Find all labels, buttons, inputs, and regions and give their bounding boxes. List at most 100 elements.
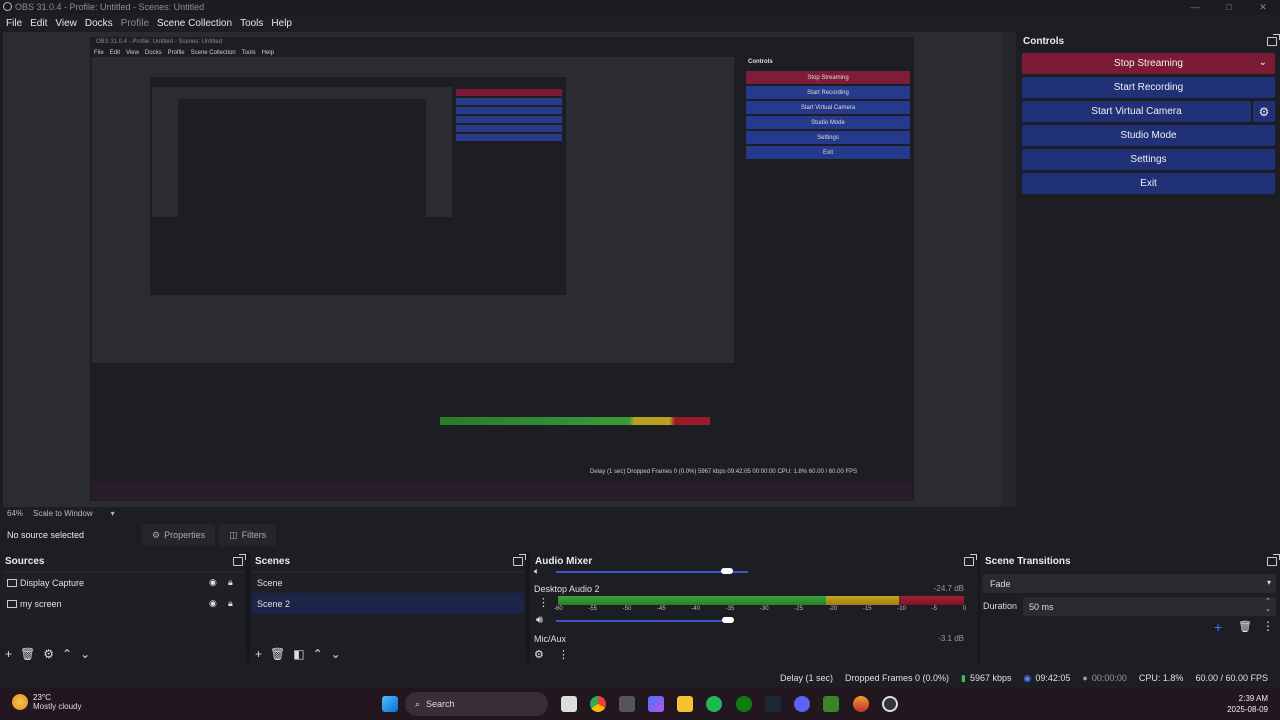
desktop-audio-db: -24.7 dB	[933, 584, 964, 593]
minecraft-icon[interactable]	[823, 696, 839, 712]
window-titlebar: OBS 31.0.4 - Profile: Untitled - Scenes:…	[0, 0, 1280, 14]
start-menu-icon[interactable]	[382, 696, 398, 712]
menu-file[interactable]: File	[6, 18, 22, 29]
menu-help[interactable]: Help	[271, 18, 292, 29]
windows-taskbar: 23°C Mostly cloudy ⌕ Search 2:39 AM 2025…	[0, 688, 1280, 720]
bitrate-status: 5967 kbps	[969, 673, 1012, 683]
fader-knob[interactable]	[721, 568, 733, 574]
add-icon[interactable]: +	[255, 647, 262, 661]
start-virtual-camera-button[interactable]: Start Virtual Camera	[1022, 101, 1251, 122]
discord-icon[interactable]	[794, 696, 810, 712]
chevron-down-icon[interactable]: ⌄	[1259, 57, 1267, 68]
gear-icon[interactable]: ⚙	[43, 647, 54, 661]
arrow-up-icon[interactable]: ⌃	[313, 647, 323, 661]
meter-scale: -60 -55 -50 -45 -40 -35 -30 -25 -20 -15 -10 -5 0	[554, 606, 966, 612]
nested-taskbar	[92, 482, 912, 499]
sources-list: Display Capture ◉ 🔒︎ my screen ◉ 🔒︎	[2, 571, 244, 646]
scenes-list: Scene Scene 2	[252, 571, 524, 646]
record-time: 00:00:00	[1091, 673, 1127, 683]
system-clock[interactable]: 2:39 AM 2025-08-09	[1227, 693, 1268, 715]
window-title: OBS 31.0.4 - Profile: Untitled - Scenes:…	[15, 2, 205, 12]
status-bar: Delay (1 sec) Dropped Frames 0 (0.0%) ▮ …	[0, 668, 1280, 688]
float-dock-icon[interactable]	[1267, 554, 1280, 566]
chevron-down-icon[interactable]: ▾	[111, 509, 115, 518]
filter-icon[interactable]: ◧	[293, 647, 304, 661]
speaker-icon[interactable]: 🔈︎	[534, 566, 544, 577]
delay-status: Delay (1 sec)	[779, 673, 833, 683]
float-dock-icon[interactable]	[233, 554, 246, 566]
copilot-icon[interactable]	[648, 696, 664, 712]
scene-item-selected[interactable]: Scene 2	[252, 593, 524, 614]
taskbar-search[interactable]: ⌕ Search	[405, 692, 548, 716]
maximize-button[interactable]: □	[1212, 0, 1246, 14]
file-explorer-icon[interactable]	[677, 696, 693, 712]
gear-icon[interactable]: ⚙	[534, 648, 544, 661]
more-options-icon[interactable]: ⋮	[1262, 619, 1274, 633]
lock-icon[interactable]: 🔒︎	[228, 577, 233, 588]
no-source-label: No source selected	[7, 530, 85, 540]
menu-tools[interactable]: Tools	[240, 18, 263, 29]
eye-icon[interactable]: ◉	[209, 598, 217, 609]
lock-icon[interactable]: 🔒︎	[228, 598, 233, 609]
stream-icon: ◉	[1023, 672, 1032, 683]
xbox-icon[interactable]	[736, 696, 752, 712]
monitor-icon	[7, 578, 17, 587]
trash-icon[interactable]: 🗑︎	[20, 647, 35, 661]
duration-input[interactable]: 50 ms ⌃ ⌄	[1023, 597, 1276, 616]
float-dock-icon[interactable]	[513, 554, 526, 566]
trash-icon[interactable]: 🗑︎	[1238, 620, 1252, 633]
app-icon[interactable]	[853, 696, 869, 712]
source-item[interactable]: Display Capture ◉ 🔒︎	[2, 572, 244, 593]
fader-knob[interactable]	[722, 617, 734, 623]
speaker-icon[interactable]: 🔊︎	[536, 614, 543, 627]
nested-status: Delay (1 sec) Dropped Frames 0 (0.0%) 59…	[590, 469, 858, 475]
chrome-icon[interactable]	[590, 696, 606, 712]
menu-scene-collection[interactable]: Scene Collection	[157, 18, 232, 29]
monitor-icon	[7, 599, 17, 608]
float-dock-icon[interactable]	[1267, 34, 1280, 46]
controls-title: Controls	[1023, 36, 1065, 47]
scale-mode-select[interactable]: Scale to Window	[33, 509, 93, 518]
nested-menu: File Edit View Docks Profile Scene Colle…	[94, 50, 274, 56]
virtual-camera-settings-gear-icon[interactable]: ⚙	[1253, 101, 1275, 122]
store-icon[interactable]	[619, 696, 635, 712]
scenes-title: Scenes	[255, 556, 291, 567]
arrow-down-icon[interactable]: ⌄	[331, 647, 341, 661]
float-dock-icon[interactable]	[964, 554, 977, 566]
sources-toolbar: + 🗑︎ ⚙ ⌃ ⌄	[5, 647, 90, 661]
stepper-icon[interactable]: ⌃ ⌄	[1265, 598, 1271, 614]
properties-button[interactable]: ⚙ Properties	[142, 524, 216, 546]
menu-profile[interactable]: Profile	[121, 18, 149, 29]
transition-select[interactable]: Fade ▾	[983, 574, 1276, 593]
menu-docks[interactable]: Docks	[85, 18, 113, 29]
arrow-up-icon[interactable]: ⌃	[62, 647, 72, 661]
source-item[interactable]: my screen ◉ 🔒︎	[2, 593, 244, 614]
trash-icon[interactable]: 🗑︎	[270, 647, 285, 661]
controls-dock: Controls Stop Streaming ⌄ Start Recordin…	[1016, 32, 1280, 550]
exit-button[interactable]: Exit	[1022, 173, 1275, 194]
nested-audio-meter	[440, 417, 710, 425]
add-transition-icon[interactable]: +	[1214, 619, 1222, 635]
more-options-icon[interactable]: ⋮	[558, 648, 569, 661]
menu-view[interactable]: View	[55, 18, 77, 29]
settings-button[interactable]: Settings	[1022, 149, 1275, 170]
desktop-audio-name: Desktop Audio 2	[534, 584, 600, 594]
spotify-icon[interactable]	[706, 696, 722, 712]
obs-icon[interactable]	[882, 696, 898, 712]
close-button[interactable]: ✕	[1246, 0, 1280, 14]
weather-widget[interactable]: 23°C Mostly cloudy	[12, 693, 81, 711]
task-view-icon[interactable]	[561, 696, 577, 712]
steam-icon[interactable]	[765, 696, 781, 712]
duration-label: Duration	[983, 601, 1018, 611]
eye-icon[interactable]: ◉	[209, 577, 217, 588]
studio-mode-button[interactable]: Studio Mode	[1022, 125, 1275, 146]
menu-edit[interactable]: Edit	[30, 18, 47, 29]
arrow-down-icon[interactable]: ⌄	[80, 647, 90, 661]
add-icon[interactable]: +	[5, 647, 12, 661]
stop-streaming-button[interactable]: Stop Streaming ⌄	[1022, 53, 1275, 74]
start-recording-button[interactable]: Start Recording	[1022, 77, 1275, 98]
filters-button[interactable]: ◫ Filters	[219, 524, 277, 546]
more-options-icon[interactable]: ⋮	[538, 596, 549, 609]
minimize-button[interactable]: —	[1178, 0, 1212, 14]
scene-item[interactable]: Scene	[252, 572, 524, 593]
